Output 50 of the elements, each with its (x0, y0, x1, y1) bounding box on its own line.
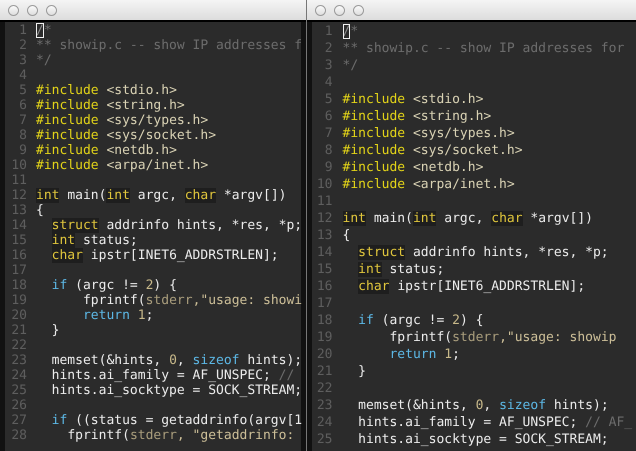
code-line: #include <sys/socket.h> (342, 142, 523, 159)
code-line: ** showip.c -- show IP addresses for (342, 40, 624, 57)
code-line: return 1; (82, 308, 154, 323)
code-line: #include <sys/types.h> (342, 125, 515, 142)
code-line: hints.ai_family = AF_UNSPEC; // AF_ (357, 414, 632, 431)
code-line: { (342, 227, 350, 244)
code-line: ** showip.c -- show IP addresses f (36, 38, 302, 53)
code-line: struct addrinfo hints, *res, *p; (357, 244, 609, 261)
code-line: fprintf(stderr,"usage: showip (388, 329, 616, 346)
code-line: { (36, 203, 44, 218)
code-line: memset(&hints, 0, sizeof hints); (50, 353, 302, 368)
code-line: fprintf(stderr,"usage: showi (82, 293, 302, 308)
code-line: } (357, 363, 366, 380)
code-line: char ipstr[INET6_ADDRSTRLEN]; (357, 278, 586, 295)
minimize-button[interactable] (334, 4, 345, 16)
zoom-button[interactable] (352, 4, 364, 16)
code-line: return 1; (388, 346, 460, 363)
code-line: #include <netdb.h> (342, 159, 484, 176)
code-line: /* (342, 23, 358, 40)
code-line: struct addrinfo hints, *res, *p; (50, 218, 302, 233)
code-line: int status; (50, 233, 138, 248)
code-line: */ (342, 57, 358, 74)
code-line: int main(int argc, char *argv[]) (36, 188, 286, 203)
code-line: #include <stdio.h> (36, 83, 177, 98)
code-line: */ (36, 53, 52, 68)
code-line: int status; (357, 261, 444, 278)
close-button[interactable] (8, 4, 19, 16)
code-line: #include <arpa/inet.h> (342, 176, 515, 193)
zoom-button[interactable] (46, 4, 57, 16)
code-line: #include <netdb.h> (36, 143, 177, 158)
code-line: #include <sys/socket.h> (36, 128, 216, 143)
code-line: if ((status = getaddrinfo(argv[1 (50, 413, 302, 428)
code-line: hints.ai_socktype = SOCK_STREAM; (357, 431, 609, 448)
code-line: hints.ai_socktype = SOCK_STREAM; (50, 383, 302, 398)
code-line: fprintf(stderr, "getaddrinfo: (66, 428, 294, 443)
code-line: #include <string.h> (36, 98, 185, 113)
code-line: int main(int argc, char *argv[]) (342, 210, 594, 227)
minimize-button[interactable] (27, 4, 38, 16)
code-line: /* (36, 23, 52, 38)
code-line: #include <string.h> (342, 108, 492, 125)
code-line: if (argc != 2) { (50, 278, 177, 293)
close-button[interactable] (314, 4, 326, 16)
code-line: char ipstr[INET6_ADDRSTRLEN]; (50, 248, 279, 263)
code-line: #include <stdio.h> (342, 91, 484, 108)
code-line: if (argc != 2) { (357, 312, 484, 329)
code-line: #include <sys/types.h> (36, 113, 208, 128)
code-line: #include <arpa/inet.h> (36, 158, 208, 173)
code-line: memset(&hints, 0, sizeof hints); (357, 397, 609, 414)
code-line: } (50, 323, 60, 338)
code-line: hints.ai_family = AF_UNSPEC; // (50, 368, 294, 383)
